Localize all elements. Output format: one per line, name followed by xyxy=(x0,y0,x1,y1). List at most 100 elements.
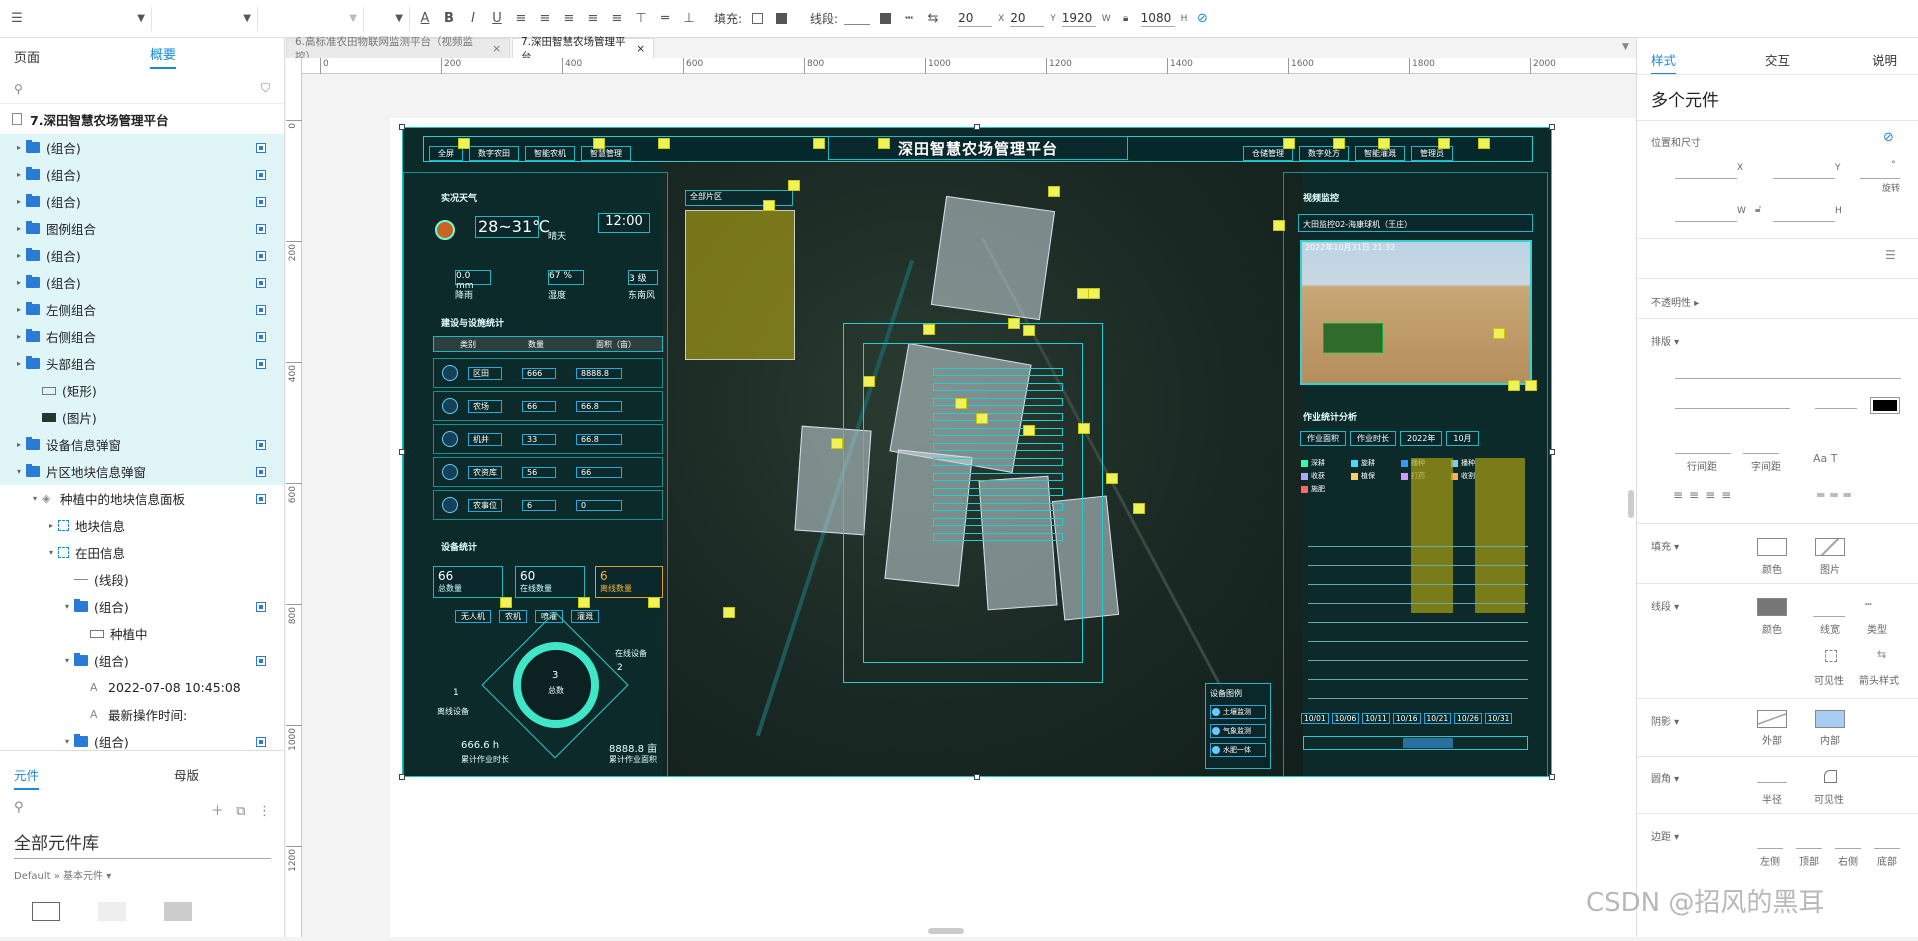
expand-arrow-icon[interactable]: ▸ xyxy=(12,440,26,449)
tree-row[interactable]: A 2022-07-08 10:45:08 xyxy=(0,674,284,701)
expand-arrow-icon[interactable]: ▸ xyxy=(12,305,26,314)
expand-arrow-icon[interactable]: ▸ xyxy=(12,224,26,233)
component-badge-icon[interactable] xyxy=(256,196,266,207)
inner-shadow-swatch[interactable] xyxy=(1815,710,1845,728)
library-select[interactable]: 全部元件库 xyxy=(14,829,271,859)
tree-row[interactable]: ▸ 左侧组合 xyxy=(0,296,284,323)
tree-row[interactable]: ▸ 设备信息弹窗 xyxy=(0,431,284,458)
widget-box[interactable] xyxy=(32,902,60,921)
expand-arrow-icon[interactable]: ▸ xyxy=(12,359,26,368)
search-icon[interactable]: ⚲ xyxy=(14,82,23,96)
doc-tab-7[interactable]: 7.深田智慧农场管理平台 × xyxy=(512,36,654,63)
format-painter-icon[interactable]: ☰ xyxy=(1885,248,1896,262)
component-badge-icon[interactable] xyxy=(256,466,266,477)
text-case-icon[interactable]: Aa T xyxy=(1813,452,1837,465)
expand-arrow-icon[interactable]: ▸ xyxy=(12,197,26,206)
tree-row[interactable]: 种植中 xyxy=(0,620,284,647)
padding-field[interactable]: 顶部 xyxy=(1796,848,1822,868)
selection-handle[interactable] xyxy=(399,124,405,130)
equip-type-tab[interactable]: 农机 xyxy=(499,610,527,623)
selection-handle[interactable] xyxy=(974,774,980,780)
stroke-width-field[interactable] xyxy=(844,13,871,25)
operation-tab[interactable]: 10月 xyxy=(1446,431,1479,446)
component-badge-icon[interactable] xyxy=(256,601,266,612)
nav-button[interactable]: 智慧管理 xyxy=(581,146,631,161)
stats-row[interactable]: 农事位 6 0 xyxy=(433,490,663,520)
selection-handle[interactable] xyxy=(399,449,405,455)
expand-arrow-icon[interactable]: ▸ xyxy=(44,521,58,530)
tree-row[interactable]: ▸ 右侧组合 xyxy=(0,323,284,350)
w-field[interactable]: 1920 xyxy=(1061,11,1096,27)
text-color-swatch[interactable] xyxy=(1870,397,1900,414)
widget-image[interactable] xyxy=(164,902,192,921)
typeset-label[interactable]: 排版 ▾ xyxy=(1651,333,1679,348)
font-size-dropdown[interactable]: ▼ xyxy=(370,6,410,31)
library-sub[interactable]: Default » 基本元件 ▾ xyxy=(14,867,271,882)
region-select[interactable]: 全部片区 xyxy=(685,190,793,206)
shadow-section-label[interactable]: 阴影 ▾ xyxy=(1651,713,1679,728)
stroke-section-label[interactable]: 线段 ▾ xyxy=(1651,598,1679,613)
tree-row[interactable]: ▾ (组合) xyxy=(0,593,284,620)
doc-tab-6[interactable]: 6.高标准农田物联网监测平台（视频监控） × xyxy=(286,36,510,63)
bold-icon[interactable]: B xyxy=(440,10,458,28)
operation-tab[interactable]: 2022年 xyxy=(1400,431,1443,446)
time-slider-handle[interactable] xyxy=(1403,738,1453,748)
tab-widgets[interactable]: 元件 xyxy=(14,765,40,790)
lock-icon[interactable]: 🔓︎ xyxy=(1755,204,1761,215)
valign-bottom-icon[interactable]: ⊥ xyxy=(680,10,698,28)
align-left-icon[interactable]: ≡ xyxy=(536,10,554,28)
padding-field[interactable]: 左侧 xyxy=(1757,848,1783,868)
horizontal-scrollbar[interactable] xyxy=(928,928,964,934)
format-icon[interactable]: ☰ xyxy=(8,10,26,28)
expand-arrow-icon[interactable]: ▾ xyxy=(60,602,74,611)
expand-arrow-icon[interactable]: ▸ xyxy=(12,170,26,179)
tree-row[interactable]: ▾ (组合) xyxy=(0,647,284,674)
font-weight-dropdown[interactable]: ▼ xyxy=(264,6,364,31)
tree-row[interactable]: ▸ 头部组合 xyxy=(0,350,284,377)
video-select[interactable]: 大田监控02-海康球机（王庄） xyxy=(1298,214,1533,232)
tree-row[interactable]: ▸ 地块信息 xyxy=(0,512,284,539)
style-dropdown[interactable]: ▼ xyxy=(32,6,152,31)
align-right-icon[interactable]: ≡ xyxy=(584,10,602,28)
selection-handle[interactable] xyxy=(1549,774,1555,780)
tree-row[interactable]: (线段) xyxy=(0,566,284,593)
selection-handle[interactable] xyxy=(399,774,405,780)
font-dropdown[interactable]: ▼ xyxy=(158,6,258,31)
tree-row[interactable]: ▸ 图例组合 xyxy=(0,215,284,242)
hide-icon[interactable]: ⊘ xyxy=(1193,10,1211,28)
paragraph-valign-icons[interactable]: ═══ xyxy=(1817,488,1857,502)
stats-row[interactable]: 区田 666 8888.8 xyxy=(433,358,663,388)
y-field[interactable]: 20 xyxy=(1010,11,1045,27)
h-field[interactable]: 1080 xyxy=(1140,11,1175,27)
component-badge-icon[interactable] xyxy=(256,223,266,234)
arrow-style-icon[interactable]: ⇆ xyxy=(1877,648,1886,661)
tab-pages[interactable]: 页面 xyxy=(14,47,40,66)
stroke-color-icon[interactable] xyxy=(876,10,894,28)
component-badge-icon[interactable] xyxy=(256,277,266,288)
tree-row[interactable]: A 最新操作时间: xyxy=(0,701,284,728)
opacity-label[interactable]: 不透明性 ▸ xyxy=(1651,294,1699,309)
component-badge-icon[interactable] xyxy=(256,358,266,369)
fill-color-swatch[interactable] xyxy=(1757,538,1787,556)
nav-button[interactable]: 数字农田 xyxy=(469,146,519,161)
expand-arrow-icon[interactable]: ▸ xyxy=(12,251,26,260)
selection-handle[interactable] xyxy=(1549,124,1555,130)
expand-arrow-icon[interactable]: ▾ xyxy=(12,467,26,476)
visibility-box-icon[interactable] xyxy=(1825,650,1837,662)
component-badge-icon[interactable] xyxy=(256,142,266,153)
stats-row[interactable]: 农资库 56 66 xyxy=(433,457,663,487)
tree-row[interactable]: ▾ ◈ 种植中的地块信息面板 xyxy=(0,485,284,512)
outline-search[interactable]: ⚲ ⛉ xyxy=(0,74,284,104)
paragraph-align-icons[interactable]: ≡≡≡≡ xyxy=(1673,488,1737,502)
tab-outline[interactable]: 概要 xyxy=(150,44,177,69)
expand-arrow-icon[interactable]: ▾ xyxy=(28,494,42,503)
stats-row[interactable]: 机井 33 66.8 xyxy=(433,424,663,454)
selection-handle[interactable] xyxy=(974,124,980,130)
outer-shadow-swatch[interactable] xyxy=(1757,710,1787,728)
tree-row[interactable]: ▸ (组合) xyxy=(0,269,284,296)
tab-style[interactable]: 样式 xyxy=(1651,50,1677,75)
radius-section-label[interactable]: 圆角 ▾ xyxy=(1651,770,1679,785)
component-badge-icon[interactable] xyxy=(256,169,266,180)
corner-icon[interactable] xyxy=(1824,770,1837,783)
tree-row[interactable]: ▸ (组合) xyxy=(0,242,284,269)
